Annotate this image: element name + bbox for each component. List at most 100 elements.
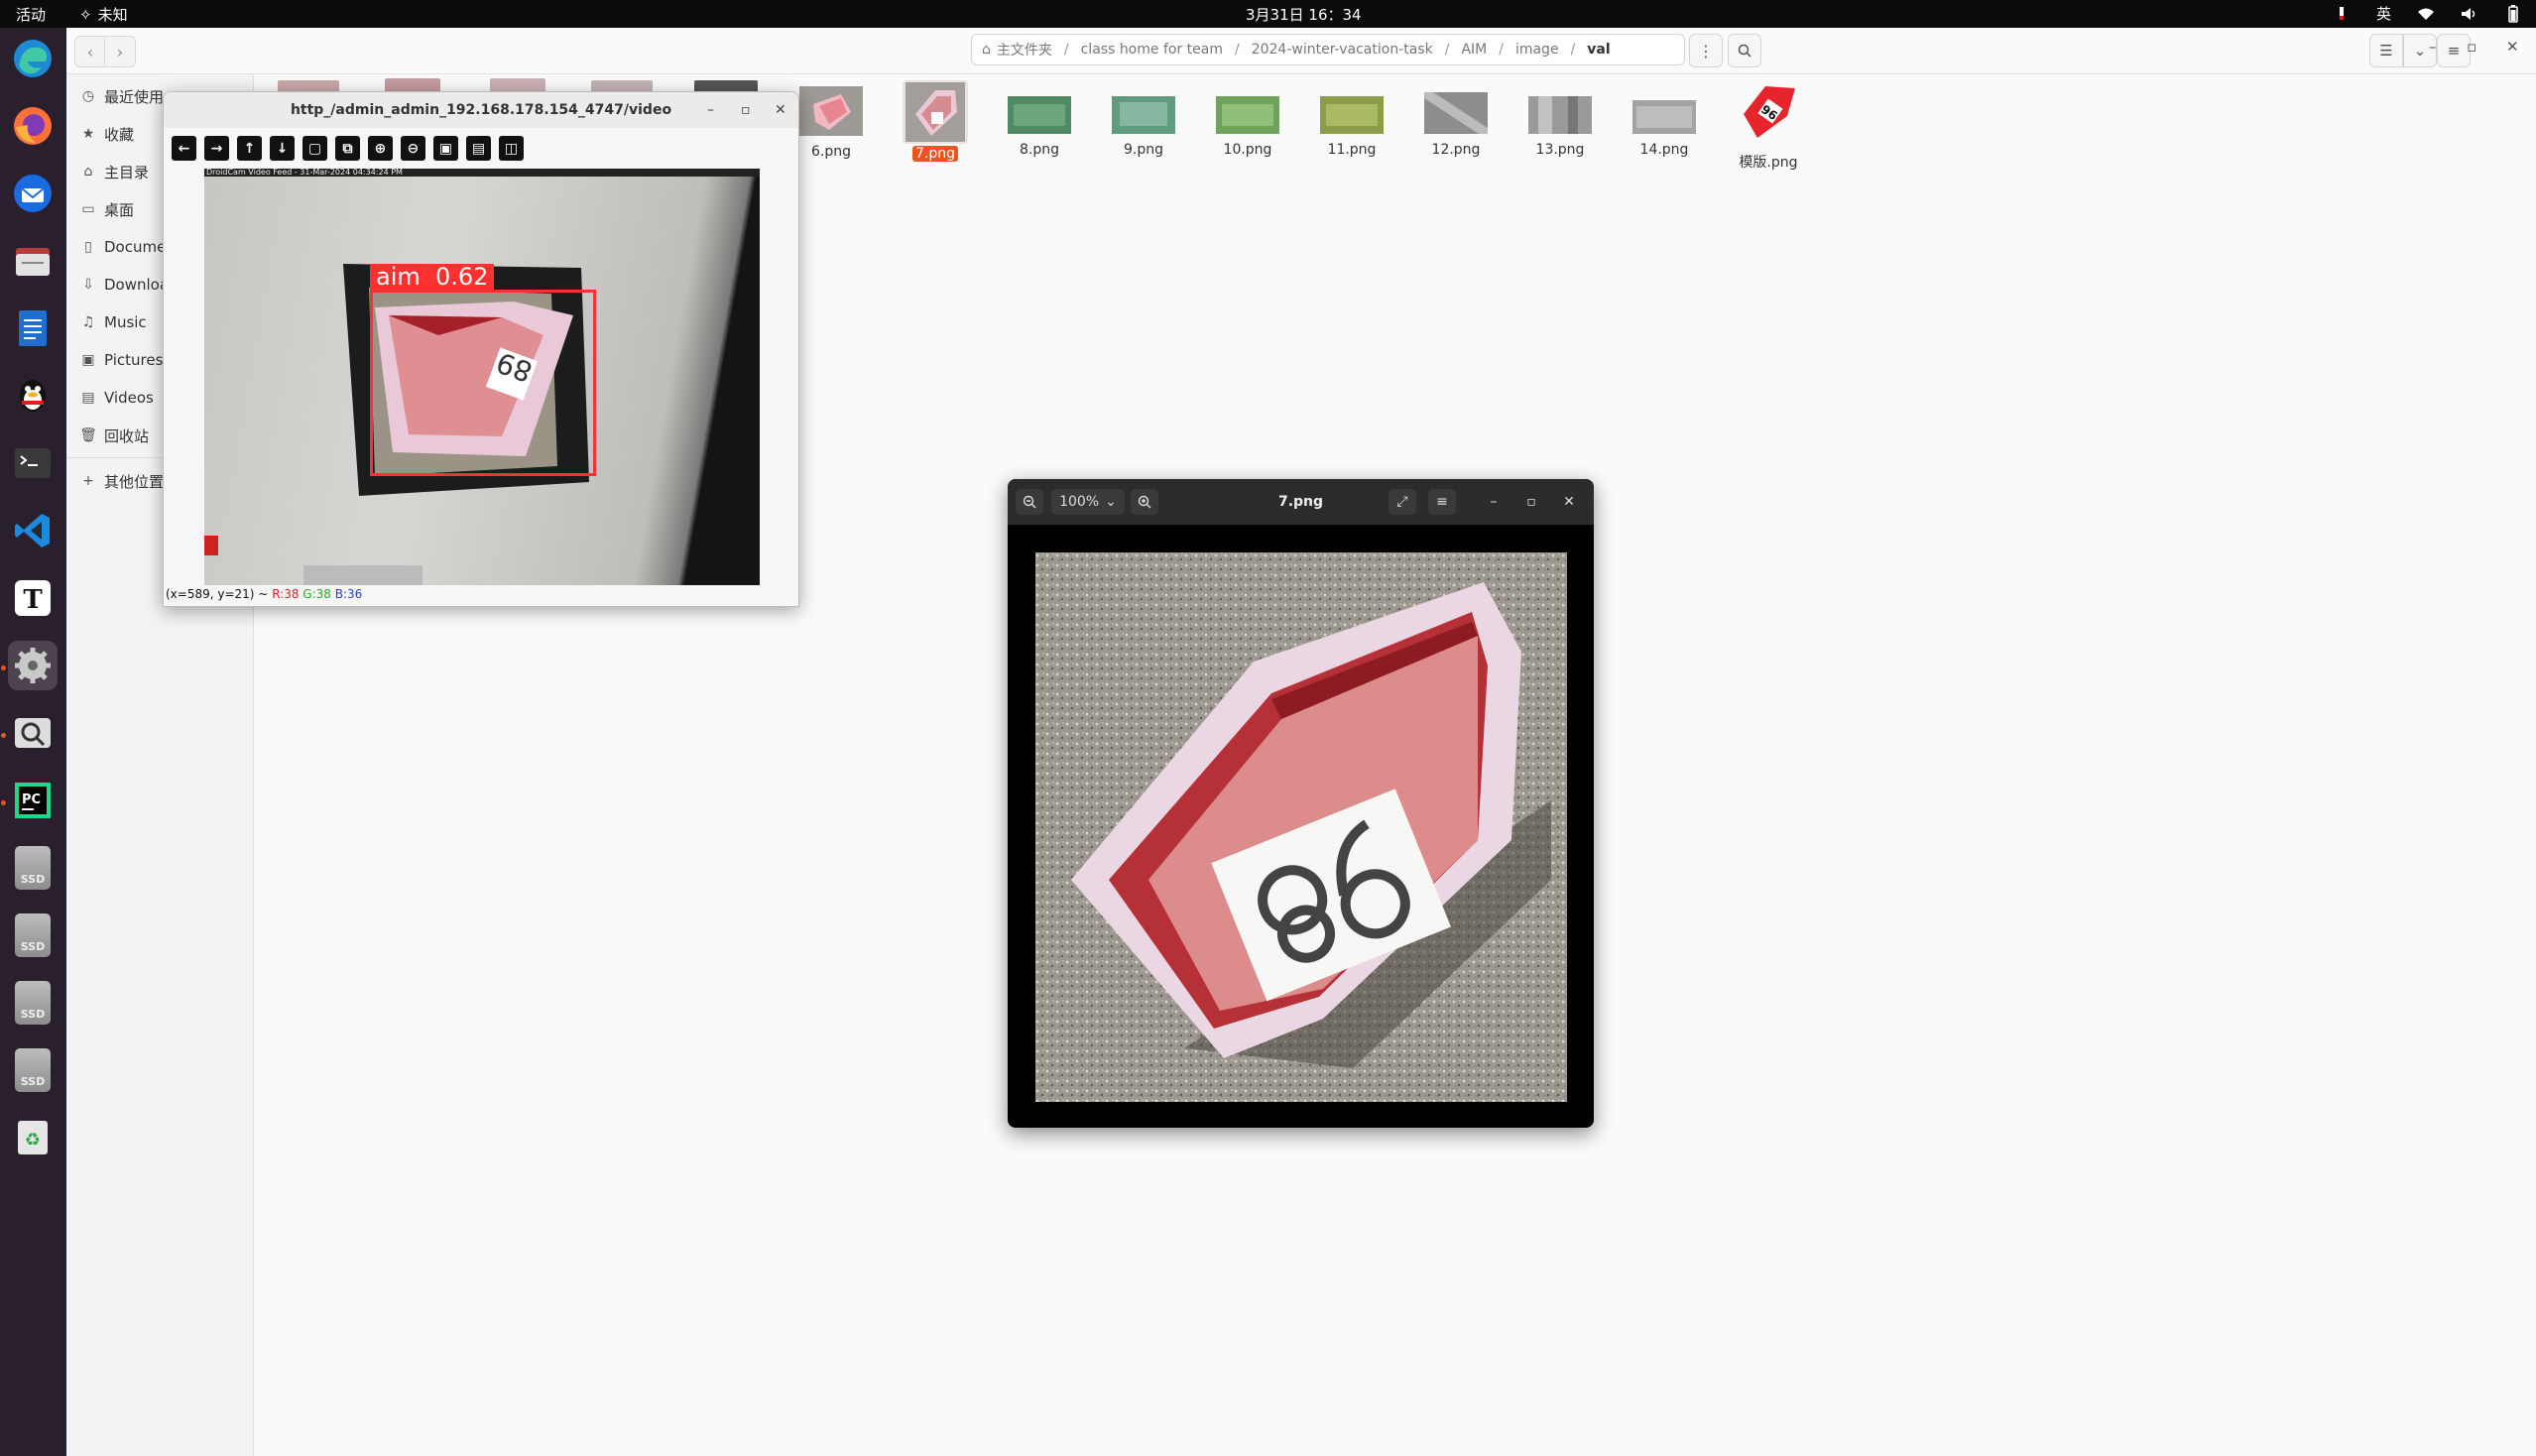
ssd-icon[interactable]: SSD: [8, 910, 58, 960]
wifi-icon[interactable]: [2417, 5, 2435, 23]
file-name: 9.png: [1123, 142, 1163, 158]
ssd-icon[interactable]: SSD: [8, 978, 58, 1028]
menu-button[interactable]: ≡: [1428, 489, 1456, 515]
writer-icon[interactable]: [8, 303, 58, 353]
sidebar-item-music[interactable]: ♫ Music: [80, 307, 147, 337]
battery-icon[interactable]: [2504, 4, 2522, 23]
sidebar-item-pictures[interactable]: ▣ Pictures: [80, 345, 163, 375]
detection-label: aim 0.62: [370, 264, 495, 290]
qq-icon[interactable]: [8, 371, 58, 421]
clock[interactable]: 3月31日 16：34: [1246, 4, 1362, 25]
zoom-fit-icon[interactable]: ▢: [302, 136, 327, 161]
breadcrumb-image[interactable]: image: [1515, 42, 1559, 58]
file-thumbnail[interactable]: [385, 78, 440, 92]
breadcrumb-task[interactable]: 2024-winter-vacation-task: [1252, 42, 1433, 58]
video-feed[interactable]: DroidCam Video Feed - 31-Mar-2024 04:34:…: [204, 169, 760, 585]
minimize-button[interactable]: –: [707, 92, 714, 128]
file-thumbnail[interactable]: [490, 78, 545, 92]
firefox-icon[interactable]: [8, 101, 58, 151]
sidebar-item-recent[interactable]: ◷ 最近使用: [80, 81, 164, 111]
back-button[interactable]: ‹: [74, 36, 106, 67]
restore-button[interactable]: ▫: [2467, 38, 2476, 56]
trash-icon[interactable]: ♻: [8, 1113, 58, 1162]
ssd-icon[interactable]: SSD: [8, 843, 58, 893]
forward-button[interactable]: ›: [104, 36, 136, 67]
ssd-icon[interactable]: SSD: [8, 1045, 58, 1095]
file-item[interactable]: 14.png: [1617, 100, 1712, 158]
pycharm-icon[interactable]: PC: [8, 776, 58, 825]
sidebar-item-trash[interactable]: 🗑 回收站: [79, 421, 149, 450]
path-menu-button[interactable]: ⋮: [1689, 34, 1723, 67]
main-menu-button[interactable]: ≡: [2437, 34, 2471, 67]
input-method-indicator[interactable]: 英: [2376, 3, 2391, 24]
file-item-selected[interactable]: 7.png: [888, 80, 983, 162]
zoom-level-dropdown[interactable]: 100% ⌄: [1051, 489, 1125, 515]
breadcrumb-aim[interactable]: AIM: [1461, 42, 1487, 58]
sidebar-item-home[interactable]: ⌂ 主目录: [80, 157, 149, 186]
activities-button[interactable]: 活动: [16, 4, 46, 25]
picture-icon: ▣: [81, 352, 95, 368]
running-indicator: [1, 800, 6, 805]
fullscreen-button[interactable]: ⤢: [1389, 489, 1416, 515]
properties-icon[interactable]: ▤: [466, 136, 491, 161]
view-toggle-group: ☰ ⌄: [2369, 34, 2437, 67]
image-viewer-window[interactable]: 7.png 100% ⌄ ⤢ ≡ – ▫ ✕: [1008, 479, 1594, 1128]
files-icon[interactable]: [8, 236, 58, 286]
list-view-button[interactable]: ☰: [2369, 34, 2403, 67]
arrow-up-icon[interactable]: ↑: [237, 136, 262, 161]
arrow-right-icon[interactable]: →: [204, 136, 229, 161]
notification-icon[interactable]: [2333, 5, 2351, 23]
breadcrumb-class-home[interactable]: class home for team: [1081, 42, 1223, 58]
volume-icon[interactable]: [2461, 5, 2478, 23]
search-button[interactable]: [1728, 34, 1761, 67]
sidebar-item-other-locations[interactable]: + 其他位置: [80, 466, 164, 496]
file-item[interactable]: 8.png: [992, 96, 1087, 158]
zoom-image-icon[interactable]: ⧉: [335, 136, 360, 161]
arrow-down-icon[interactable]: ↓: [270, 136, 295, 161]
file-item[interactable]: 13.png: [1512, 96, 1608, 158]
zoom-in-button[interactable]: [1131, 489, 1158, 515]
minimize-button[interactable]: –: [2429, 38, 2437, 56]
maximize-button[interactable]: ▫: [1521, 489, 1541, 515]
app-menu[interactable]: ✧ 未知: [79, 4, 128, 25]
zoom-in-icon[interactable]: ⊕: [368, 136, 393, 161]
sidebar-item-videos[interactable]: ▤ Videos: [80, 383, 153, 413]
system-tray[interactable]: 英: [2333, 3, 2522, 24]
file-item[interactable]: 12.png: [1408, 87, 1504, 158]
file-manager-headerbar: ‹ › ⌂ 主文件夹 / class home for team / 2024-…: [66, 28, 2536, 74]
displayed-image[interactable]: [1035, 552, 1567, 1102]
close-button[interactable]: ✕: [775, 92, 786, 128]
breadcrumb-val[interactable]: val: [1587, 42, 1610, 58]
search-icon[interactable]: [8, 708, 58, 758]
maximize-button[interactable]: ▫: [741, 92, 751, 128]
file-item[interactable]: 96 模版.png: [1721, 78, 1816, 172]
music-icon: ♫: [81, 314, 95, 330]
thunderbird-icon[interactable]: [8, 169, 58, 218]
file-item[interactable]: 9.png: [1096, 96, 1191, 158]
zoom-out-icon[interactable]: ⊖: [401, 136, 425, 161]
typora-icon[interactable]: T: [8, 573, 58, 623]
overlay-icon[interactable]: ◫: [499, 136, 524, 161]
video-window-titlebar[interactable]: http_/admin_admin_192.168.178.154_4747/v…: [164, 92, 798, 128]
file-name: 11.png: [1327, 142, 1377, 158]
sidebar-item-desktop[interactable]: ▭ 桌面: [80, 194, 134, 224]
zoom-level: 100%: [1059, 494, 1100, 510]
settings-icon[interactable]: [8, 641, 58, 690]
arrow-left-icon[interactable]: ←: [172, 136, 196, 161]
save-icon[interactable]: ▣: [433, 136, 458, 161]
breadcrumb-home[interactable]: 主文件夹: [997, 40, 1052, 60]
terminal-icon[interactable]: [8, 438, 58, 488]
video-window[interactable]: http_/admin_admin_192.168.178.154_4747/v…: [163, 91, 799, 607]
zoom-out-button[interactable]: [1016, 489, 1043, 515]
close-button[interactable]: ✕: [1559, 489, 1579, 515]
vscode-icon[interactable]: [8, 506, 58, 555]
file-item[interactable]: 11.png: [1304, 96, 1399, 158]
close-button[interactable]: ✕: [2506, 38, 2519, 56]
sidebar-item-starred[interactable]: ★ 收藏: [80, 119, 134, 149]
image-viewer-headerbar[interactable]: 7.png 100% ⌄ ⤢ ≡ – ▫ ✕: [1008, 479, 1594, 525]
path-bar[interactable]: ⌂ 主文件夹 / class home for team / 2024-wint…: [971, 34, 1685, 65]
running-indicator: [1, 666, 6, 670]
file-item[interactable]: 10.png: [1200, 96, 1295, 158]
minimize-button[interactable]: –: [1484, 489, 1504, 515]
edge-icon[interactable]: [8, 34, 58, 83]
